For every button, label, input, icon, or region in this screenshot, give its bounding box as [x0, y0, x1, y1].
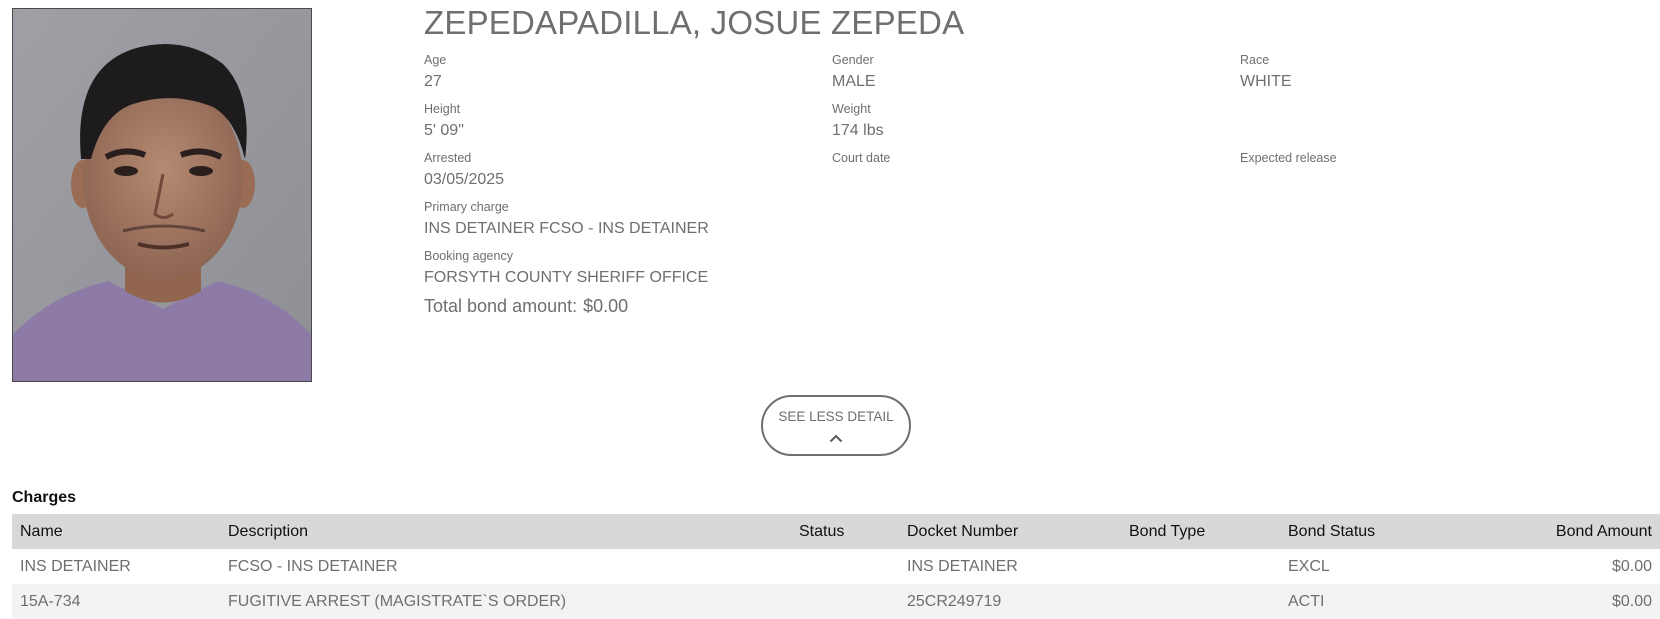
total-bond-label: Total bond amount: — [424, 296, 578, 316]
cell-docket-number: INS DETAINER — [907, 557, 1018, 575]
expected-release-field: Expected release — [1240, 150, 1337, 169]
weight-value: 174 lbs — [832, 122, 884, 139]
height-field: Height 5' 09" — [424, 101, 464, 141]
total-bond-amount: $0.00 — [583, 296, 629, 316]
cell-docket-number: 25CR249719 — [899, 584, 1121, 619]
primary-charge-label: Primary charge — [424, 200, 509, 214]
gender-label: Gender — [832, 53, 874, 67]
col-bond-type: Bond Type — [1121, 514, 1280, 549]
col-description: Description — [220, 514, 791, 549]
chevron-up-icon — [763, 430, 909, 448]
charges-table: Name Description Status Docket Number Bo… — [12, 514, 1660, 619]
cell-bond-amount: $0.00 — [1611, 557, 1652, 575]
col-bond-amount: Bond Amount — [1460, 514, 1660, 549]
age-field: Age 27 — [424, 52, 446, 92]
height-value: 5' 09" — [424, 122, 464, 139]
charges-heading: Charges — [12, 489, 77, 506]
cell-bond-status: EXCL — [1288, 557, 1330, 575]
court-date-label: Court date — [832, 151, 891, 165]
col-name: Name — [12, 514, 220, 549]
primary-charge-field: Primary charge INS DETAINER FCSO - INS D… — [424, 199, 709, 239]
charges-header-row: Name Description Status Docket Number Bo… — [12, 514, 1660, 549]
gender-field: Gender MALE — [832, 52, 876, 92]
race-label: Race — [1240, 53, 1270, 67]
race-field: Race WHITE — [1240, 52, 1292, 92]
cell-bond-amount: $0.00 — [1460, 584, 1660, 619]
booking-agency-label: Booking agency — [424, 249, 513, 263]
cell-status — [791, 584, 899, 619]
weight-field: Weight 174 lbs — [832, 101, 884, 141]
arrested-field: Arrested 03/05/2025 — [424, 150, 504, 190]
height-label: Height — [424, 102, 461, 116]
arrested-value: 03/05/2025 — [424, 171, 505, 188]
booking-agency-value: FORSYTH COUNTY SHERIFF OFFICE — [424, 269, 709, 286]
cell-description: FUGITIVE ARREST (MAGISTRATE`S ORDER) — [220, 584, 791, 619]
cell-status — [791, 549, 899, 584]
arrested-label: Arrested — [424, 151, 472, 165]
expected-release-label: Expected release — [1240, 151, 1337, 165]
age-label: Age — [424, 53, 447, 67]
primary-charge-value: INS DETAINER FCSO - INS DETAINER — [424, 220, 709, 237]
cell-bond-type — [1121, 549, 1280, 584]
booking-agency-field: Booking agency FORSYTH COUNTY SHERIFF OF… — [424, 248, 708, 288]
see-less-detail-button[interactable]: SEE LESS DETAIL — [761, 395, 911, 456]
col-bond-status: Bond Status — [1280, 514, 1460, 549]
table-row: 15A-734 FUGITIVE ARREST (MAGISTRATE`S OR… — [12, 584, 1660, 619]
col-status: Status — [791, 514, 899, 549]
booking-photo — [12, 8, 312, 382]
age-value: 27 — [424, 73, 442, 90]
cell-name: INS DETAINER — [20, 557, 131, 575]
cell-description: FCSO - INS DETAINER — [228, 557, 398, 575]
cell-bond-status: ACTI — [1280, 584, 1460, 619]
inmate-name: ZEPEDAPADILLA, JOSUE ZEPEDA — [424, 4, 965, 41]
total-bond: Total bond amount: $0.00 — [424, 296, 628, 317]
see-less-detail-label: SEE LESS DETAIL — [778, 409, 894, 424]
cell-bond-type — [1121, 584, 1280, 619]
gender-value: MALE — [832, 73, 876, 90]
race-value: WHITE — [1240, 73, 1292, 90]
weight-label: Weight — [832, 102, 871, 116]
col-docket-number: Docket Number — [899, 514, 1121, 549]
court-date-field: Court date — [832, 150, 890, 169]
table-row: INS DETAINER FCSO - INS DETAINER INS DET… — [12, 549, 1660, 584]
cell-name: 15A-734 — [12, 584, 220, 619]
mugshot-image — [13, 9, 311, 381]
